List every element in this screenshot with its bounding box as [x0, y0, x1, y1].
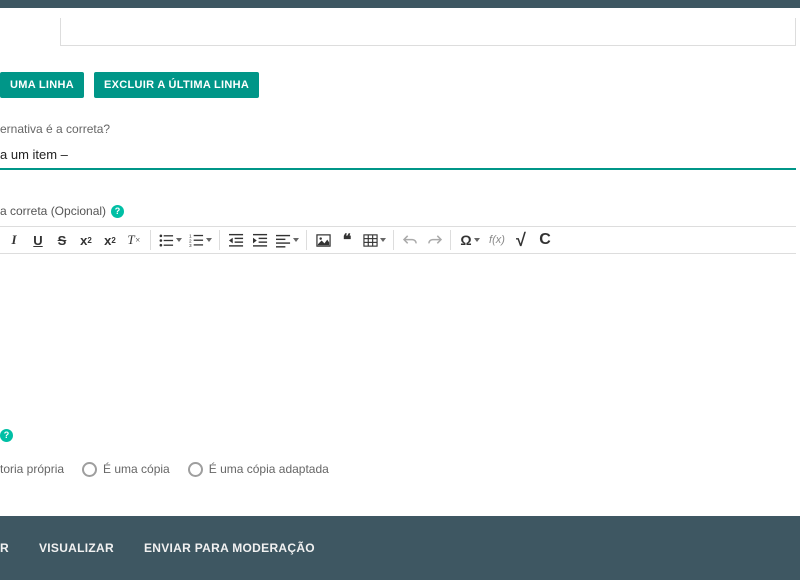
authorship-own-label: toria própria: [0, 462, 64, 476]
toolbar-separator: [306, 230, 307, 250]
footer-bar: R VISUALIZAR ENVIAR PARA MODERAÇÃO: [0, 516, 800, 580]
authorship-adapted-option[interactable]: É uma cópia adaptada: [188, 462, 329, 477]
outdent-button[interactable]: [224, 228, 248, 252]
correct-answer-label-text: a correta (Opcional): [0, 204, 106, 218]
select-placeholder-text: a um item –: [0, 147, 68, 162]
authorship-radio-group: toria própria É uma cópia É uma cópia ad…: [0, 462, 796, 477]
correct-alternative-label: ernativa é a correta?: [0, 122, 110, 136]
superscript-button[interactable]: x2: [98, 228, 122, 252]
undo-icon: [403, 233, 418, 248]
footer-save-button[interactable]: R: [0, 541, 9, 555]
align-icon: [276, 233, 291, 248]
toolbar-separator: [150, 230, 151, 250]
image-button[interactable]: [311, 228, 335, 252]
image-icon: [316, 233, 331, 248]
rich-text-editor[interactable]: [0, 254, 796, 394]
toolbar-separator: [450, 230, 451, 250]
svg-text:3: 3: [189, 243, 192, 248]
numbered-list-button[interactable]: 123: [185, 228, 215, 252]
help-icon[interactable]: ?: [111, 205, 124, 218]
math-sqrt-button[interactable]: √: [509, 228, 533, 252]
authorship-copy-label: É uma cópia: [103, 462, 170, 476]
previous-editor-frame: [60, 18, 796, 46]
add-line-button[interactable]: UMA LINHA: [0, 72, 84, 98]
rich-text-toolbar: I U S x2 x2 T× 123 ❝: [0, 226, 796, 254]
radio-icon: [188, 462, 203, 477]
bullet-list-icon: [159, 233, 174, 248]
top-bar: [0, 0, 800, 8]
footer-send-moderation-button[interactable]: ENVIAR PARA MODERAÇÃO: [144, 541, 315, 555]
superscript-2: 2: [111, 236, 115, 245]
footer-preview-button[interactable]: VISUALIZAR: [39, 541, 114, 555]
toolbar-separator: [393, 230, 394, 250]
authorship-adapted-label: É uma cópia adaptada: [209, 462, 329, 476]
correct-alternative-select[interactable]: a um item –: [0, 142, 796, 170]
formula-button[interactable]: f(x): [485, 228, 509, 252]
subscript-2: 2: [87, 236, 91, 245]
undo-button[interactable]: [398, 228, 422, 252]
special-char-button[interactable]: Ω: [455, 228, 485, 252]
strikethrough-button[interactable]: S: [50, 228, 74, 252]
correct-answer-section-label: a correta (Opcional) ?: [0, 204, 124, 218]
table-button[interactable]: [359, 228, 389, 252]
indent-icon: [253, 233, 268, 248]
authorship-copy-option[interactable]: É uma cópia: [82, 462, 170, 477]
italic-button[interactable]: I: [2, 228, 26, 252]
numbered-list-icon: 123: [189, 233, 204, 248]
subscript-button[interactable]: x2: [74, 228, 98, 252]
custom-c-button[interactable]: C: [533, 228, 557, 252]
bullet-list-button[interactable]: [155, 228, 185, 252]
redo-icon: [427, 233, 442, 248]
authorship-own-option[interactable]: toria própria: [0, 462, 64, 476]
authorship-help-icon[interactable]: ?: [0, 429, 13, 442]
radio-icon: [82, 462, 97, 477]
authorship-section: ? toria própria É uma cópia É uma cópia …: [0, 426, 796, 477]
blockquote-button[interactable]: ❝: [335, 228, 359, 252]
toolbar-separator: [219, 230, 220, 250]
line-buttons-row: UMA LINHA EXCLUIR A ÚLTIMA LINHA: [0, 72, 259, 98]
outdent-icon: [229, 233, 244, 248]
subscript-x: x: [80, 233, 87, 248]
underline-button[interactable]: U: [26, 228, 50, 252]
align-button[interactable]: [272, 228, 302, 252]
remove-last-line-button[interactable]: EXCLUIR A ÚLTIMA LINHA: [94, 72, 259, 98]
superscript-x: x: [104, 233, 111, 248]
redo-button[interactable]: [422, 228, 446, 252]
clear-format-button[interactable]: T×: [122, 228, 146, 252]
indent-button[interactable]: [248, 228, 272, 252]
table-icon: [363, 233, 378, 248]
